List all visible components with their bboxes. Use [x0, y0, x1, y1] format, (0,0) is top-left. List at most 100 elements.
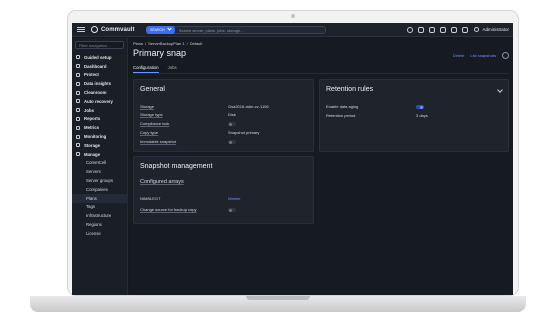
sidebar-item-reports[interactable]: Reports [72, 115, 127, 124]
global-search[interactable]: SEARCH Search server, plans, jobs, stora… [146, 25, 326, 34]
storage-row: Storage Gsa2016-ddm-cv-1106 [140, 104, 307, 112]
more-options-icon[interactable] [502, 52, 509, 59]
configured-arrays-heading: Configured arrays [140, 179, 184, 185]
sidebar-item-metrics[interactable]: Metrics [72, 123, 127, 132]
sidebar-item-label: Cleanroom [84, 90, 107, 96]
sidebar-subitem-label: Regions [86, 222, 102, 228]
document-icon[interactable] [440, 27, 446, 33]
cleanroom-icon [76, 90, 80, 95]
metrics-icon [76, 125, 80, 130]
sidebar-item-label: Manage [84, 151, 100, 157]
header-actions: Delete List snapshots [453, 52, 509, 59]
enable-data-aging-label: Enable data aging [326, 104, 359, 109]
camera-dot [291, 14, 295, 18]
list-snapshots-link[interactable]: List snapshots [470, 53, 496, 58]
sidebar-item-dashboard[interactable]: Dashboard [72, 62, 127, 71]
sidebar-subitem-label: Tags [86, 204, 96, 210]
tab-jobs[interactable]: Jobs [168, 65, 177, 73]
app-logo[interactable]: Commvault [91, 26, 135, 33]
protect-icon [76, 72, 80, 77]
sidebar-subitem-tags[interactable]: Tags [72, 203, 127, 212]
enable-data-aging-toggle[interactable] [416, 105, 424, 109]
sidebar-item-protect[interactable]: Protect [72, 71, 127, 80]
nav-filter-input[interactable] [79, 42, 123, 48]
sidebar-subitem-servers[interactable]: Servers [72, 167, 127, 176]
change-source-label: Change source for backup copy [140, 207, 197, 212]
edit-pencil-icon[interactable] [497, 87, 503, 93]
sidebar-subitem-label: Plans [86, 195, 97, 201]
array-row: NIMBLEGT Nimble [140, 196, 307, 204]
sidebar-item-label: Reports [84, 116, 101, 122]
breadcrumb-plan-link[interactable]: ServerBackupPlan 1 [148, 41, 184, 46]
main-content: Plans / ServerBackupPlan 1 / Default Pri… [129, 38, 513, 295]
sidebar-item-data-insights[interactable]: Data insights [72, 79, 127, 88]
storage-type-label: Storage type [140, 112, 163, 117]
app-screen: Commvault SEARCH Search server, plans, j… [72, 23, 513, 295]
sidebar-item-guided-setup[interactable]: Guided setup [72, 53, 127, 62]
sidebar-item-label: Protect [84, 72, 99, 78]
sidebar-subitem-server-groups[interactable]: Server groups [72, 176, 127, 185]
sidebar-item-label: Guided setup [84, 54, 112, 60]
storage-type-value: Disk [228, 112, 236, 117]
sidebar-subitem-plans[interactable]: Plans [72, 193, 127, 203]
array-name: NIMBLEGT [140, 196, 161, 201]
sidebar-subitem-label: Companies [86, 186, 108, 192]
sidebar-item-label: Monitoring [84, 134, 107, 140]
top-icons [407, 27, 468, 33]
theme-toggle-icon[interactable] [418, 27, 424, 33]
sidebar-item-label: Metrics [84, 125, 100, 131]
nav-filter[interactable] [75, 41, 124, 49]
user-menu[interactable]: Administrator [474, 27, 509, 32]
change-source-toggle[interactable] [228, 208, 236, 212]
reports-icon[interactable] [429, 27, 435, 33]
sidebar-subitem-regions[interactable]: Regions [72, 220, 127, 229]
general-card-title: General [140, 86, 165, 93]
enable-data-aging-row: Enable data aging [326, 104, 502, 112]
sidebar-item-storage[interactable]: Storage [72, 141, 127, 150]
breadcrumb-separator: / [145, 41, 147, 46]
sidebar-subitem-infrastructure[interactable]: Infrastructure [72, 211, 127, 220]
sidebar-item-label: Dashboard [84, 63, 107, 69]
retention-card: Retention rules Enable data aging Retent… [319, 79, 509, 152]
tab-configuration[interactable]: Configuration [133, 65, 159, 73]
toggle-knob [229, 140, 232, 144]
hamburger-menu-icon[interactable] [77, 27, 85, 32]
sidebar-item-monitoring[interactable]: Monitoring [72, 132, 127, 141]
sidebar-subitem-license[interactable]: License [72, 229, 127, 238]
user-icon [474, 27, 480, 32]
sidebar-item-label: Jobs [84, 107, 95, 113]
notifications-bell-icon[interactable] [451, 27, 457, 33]
laptop-mockup: Commvault SEARCH Search server, plans, j… [0, 0, 556, 315]
help-icon[interactable] [407, 27, 413, 33]
copy-type-value: Snapshot primary [228, 130, 260, 135]
immutable-snapshot-toggle[interactable] [228, 140, 236, 144]
delete-link[interactable]: Delete [453, 53, 465, 58]
toggle-knob [420, 105, 423, 109]
storage-type-row: Storage type Disk [140, 112, 307, 120]
logo-text: Commvault [101, 26, 135, 33]
sidebar-subitem-companies[interactable]: Companies [72, 185, 127, 194]
storage-icon [76, 143, 80, 148]
sidebar-item-cleanroom[interactable]: Cleanroom [72, 88, 127, 97]
search-scope-dropdown[interactable]: SEARCH [146, 25, 175, 34]
toggle-knob [229, 122, 232, 126]
breadcrumb-plans-link[interactable]: Plans [133, 41, 143, 46]
change-source-row: Change source for backup copy [140, 207, 307, 215]
chevron-down-icon [166, 26, 172, 31]
sidebar-subitem-label: Servers [86, 169, 101, 175]
sidebar: Guided setup Dashboard Protect Data insi… [72, 38, 128, 295]
sidebar-subitem-commcell[interactable]: CommCell [72, 159, 127, 168]
user-name: Administrator [482, 27, 509, 32]
sidebar-item-jobs[interactable]: Jobs [72, 106, 127, 115]
compliance-lock-toggle[interactable] [228, 122, 236, 126]
search-input[interactable]: Search server, plans, jobs, storage... [179, 28, 244, 33]
page-title: Primary snap [133, 48, 187, 58]
array-vendor-link[interactable]: Nimble [228, 196, 240, 201]
compliance-lock-row: Compliance lock [140, 121, 307, 129]
sidebar-item-manage[interactable]: Manage [72, 150, 127, 159]
sidebar-subitem-label: Infrastructure [86, 213, 112, 219]
sidebar-item-auto-recovery[interactable]: Auto recovery [72, 97, 127, 106]
top-bar: Commvault SEARCH Search server, plans, j… [72, 23, 513, 37]
calendar-icon[interactable] [462, 27, 468, 33]
immutable-snapshot-label: Immutable snapshot [140, 139, 177, 144]
